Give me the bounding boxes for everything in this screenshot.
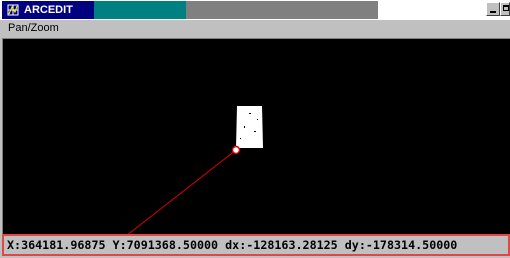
title-bar-segment xyxy=(94,1,186,19)
maximize-button[interactable] xyxy=(500,2,510,16)
menu-item-pan-zoom[interactable]: Pan/Zoom xyxy=(8,22,59,35)
map-canvas[interactable] xyxy=(2,38,510,234)
title-bar: ARCEDIT xyxy=(0,0,510,20)
title-bar-inactive xyxy=(186,1,378,19)
arc-grid-icon[interactable] xyxy=(6,3,20,17)
minimize-button[interactable] xyxy=(486,2,500,16)
window-title: ARCEDIT xyxy=(24,4,73,16)
minimize-icon xyxy=(490,11,496,13)
coordinate-readout: X:364181.96875 Y:7091368.50000 dx:-12816… xyxy=(7,238,458,252)
maximize-icon xyxy=(503,5,509,11)
menu-bar: Pan/Zoom xyxy=(0,20,510,37)
status-bar: X:364181.96875 Y:7091368.50000 dx:-12816… xyxy=(2,234,510,256)
